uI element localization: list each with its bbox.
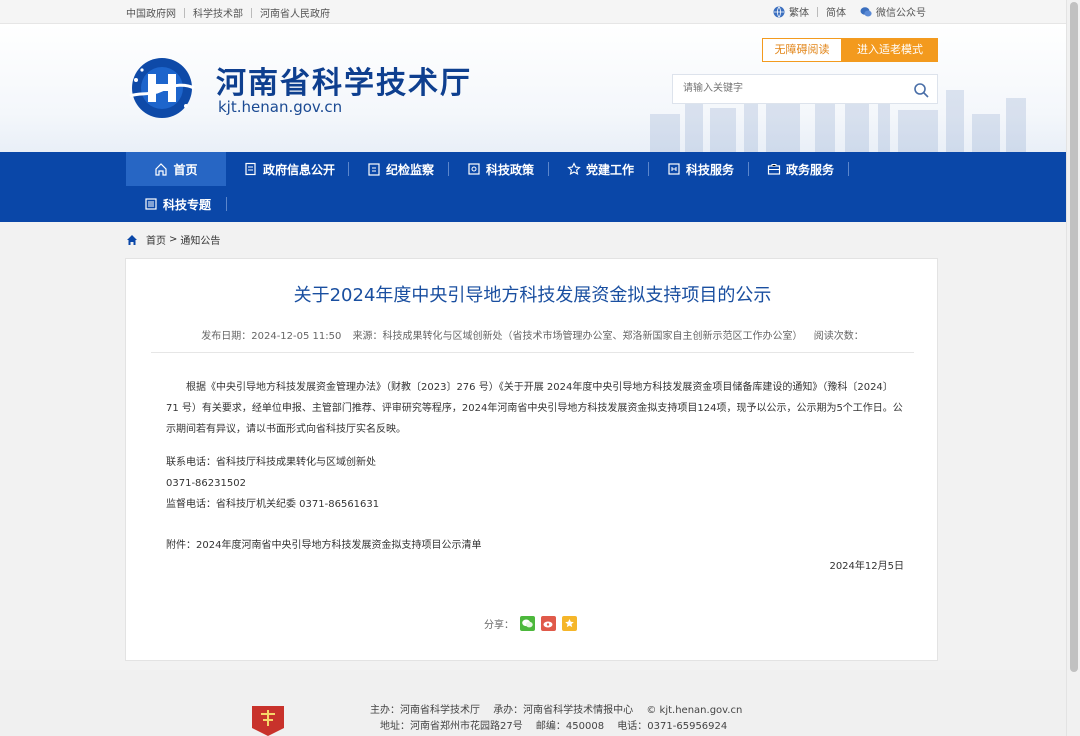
nav-divider <box>848 162 849 176</box>
party-emblem-icon[interactable] <box>250 704 286 736</box>
site-title[interactable]: 河南省科学技术厅 <box>216 58 472 102</box>
supervision-line: 监督电话：省科技厅机关纪委 0371-86561631 <box>166 499 380 510</box>
nav-party[interactable]: 党建工作 <box>567 152 634 186</box>
site-url: kjt.henan.gov.cn <box>218 98 343 116</box>
breadcrumb-home[interactable]: 首页 <box>146 232 166 247</box>
contact-phone: 0371-86231502 <box>166 478 246 489</box>
top-tools: 繁体 简体 微信公众号 <box>773 4 926 19</box>
article-body: 根据《中央引导地方科技发展资金管理办法》（财教〔2023〕276 号）《关于开展… <box>166 377 904 577</box>
nav-divider <box>748 162 749 176</box>
traditional-link[interactable]: 繁体 <box>789 4 809 19</box>
article-title: 关于2024年度中央引导地方科技发展资金拟支持项目的公示 <box>293 285 772 306</box>
globe-icon <box>773 6 785 17</box>
search-input[interactable] <box>681 82 901 95</box>
contact-line: 联系电话：省科技厅科技成果转化与区域创新处 <box>166 457 376 468</box>
article-meta: 发布日期：2024-12-05 11:50 来源：科技成果转化与区域创新处（省技… <box>126 327 939 342</box>
attachment-link[interactable]: 附件：2024年度河南省中央引导地方科技发展资金拟支持项目公示清单 <box>166 535 904 556</box>
nav-divider <box>648 162 649 176</box>
view-count: 阅读次数： <box>813 331 864 342</box>
search-box <box>672 74 938 104</box>
nav-tech-service[interactable]: 科技服务 <box>667 152 734 186</box>
service-icon <box>668 163 680 175</box>
nav-gov-info[interactable]: 政府信息公开 <box>244 152 335 186</box>
link-gov-cn[interactable]: 中国政府网 <box>126 5 176 20</box>
nav-divider <box>548 162 549 176</box>
divider <box>251 7 252 18</box>
site-footer: 主办：河南省科学技术厅 承办：河南省科学技术情报中心 © kjt.henan.g… <box>0 670 1066 736</box>
nav-label: 科技政策 <box>486 162 535 177</box>
nav-divider <box>348 162 349 176</box>
list-icon <box>145 198 157 210</box>
footer-line-1: 主办：河南省科学技术厅 承办：河南省科学技术情报中心 © kjt.henan.g… <box>370 701 752 716</box>
article-container: 关于2024年度中央引导地方科技发展资金拟支持项目的公示 发布日期：2024-1… <box>125 258 938 661</box>
nav-divider <box>226 197 227 211</box>
simplified-link[interactable]: 简体 <box>826 4 846 19</box>
nav-home[interactable]: 首页 <box>126 152 226 186</box>
footer-address: 地址：河南省郑州市花园路27号 <box>380 721 523 732</box>
footer-postcode: 邮编：450008 <box>535 721 605 732</box>
search-icon[interactable] <box>913 82 929 98</box>
clipboard-icon <box>368 163 380 176</box>
home-icon <box>127 234 137 245</box>
nav-discipline[interactable]: 纪检监察 <box>367 152 434 186</box>
accessibility-button[interactable]: 无障碍阅读 <box>762 38 842 62</box>
breadcrumb-separator: > <box>169 234 178 245</box>
nav-label: 科技专题 <box>163 197 212 212</box>
home-icon <box>155 163 168 176</box>
main-nav: 首页 政府信息公开 纪检监察 科技政策 党建工作 科技服务 政务服务 科技专题 <box>0 152 1066 222</box>
top-bar: 中国政府网 科学技术部 河南省人民政府 繁体 简体 微信公众号 <box>0 0 1066 24</box>
share-weibo-icon[interactable] <box>541 616 556 631</box>
nav-topics[interactable]: 科技专题 <box>144 187 211 221</box>
page-scrollbar[interactable] <box>1066 0 1080 736</box>
nav-policy[interactable]: 科技政策 <box>467 152 534 186</box>
nav-divider <box>448 162 449 176</box>
document-icon <box>245 162 256 176</box>
wechat-link[interactable]: 微信公众号 <box>876 4 926 19</box>
share-wechat-icon[interactable] <box>520 616 535 631</box>
elder-mode-button[interactable]: 进入适老模式 <box>842 38 938 62</box>
footer-line-2: 地址：河南省郑州市花园路27号 邮编：450008 电话：0371-659569… <box>380 717 737 732</box>
divider <box>184 7 185 18</box>
breadcrumb-current[interactable]: 通知公告 <box>180 232 220 247</box>
divider <box>151 352 914 353</box>
site-logo <box>129 58 195 118</box>
publish-date: 发布日期：2024-12-05 11:50 <box>201 331 342 342</box>
link-most[interactable]: 科学技术部 <box>193 5 243 20</box>
nav-gov-service[interactable]: 政务服务 <box>767 152 834 186</box>
nav-label: 政府信息公开 <box>263 162 336 177</box>
nav-label: 首页 <box>173 162 198 177</box>
share-bar: 分享： <box>484 616 577 631</box>
link-henan-gov[interactable]: 河南省人民政府 <box>260 5 330 20</box>
footer-phone: 电话：0371-65956924 <box>617 721 728 732</box>
nav-label: 政务服务 <box>786 162 835 177</box>
footer-organizer: 承办：河南省科学技术情报中心 <box>493 705 634 716</box>
breadcrumb: 首页 > 通知公告 <box>126 232 220 247</box>
policy-icon <box>468 163 480 175</box>
briefcase-icon <box>767 164 781 175</box>
wechat-icon <box>860 6 872 16</box>
star-icon <box>567 162 581 175</box>
article-source: 来源：科技成果转化与区域创新处（省技术市场管理办公室、郑洛新国家自主创新示范区工… <box>352 331 803 342</box>
article-date: 2024年12月5日 <box>829 561 904 572</box>
article-paragraph: 根据《中央引导地方科技发展资金管理办法》（财教〔2023〕276 号）《关于开展… <box>166 382 903 435</box>
share-qzone-icon[interactable] <box>562 616 577 631</box>
footer-host: 主办：河南省科学技术厅 <box>370 705 480 716</box>
top-links: 中国政府网 科学技术部 河南省人民政府 <box>126 5 330 20</box>
divider <box>817 6 818 17</box>
site-header: 河南省科学技术厅 kjt.henan.gov.cn 无障碍阅读 进入适老模式 <box>0 24 1066 152</box>
nav-label: 党建工作 <box>586 162 635 177</box>
share-label: 分享： <box>484 620 514 631</box>
nav-label: 纪检监察 <box>386 162 435 177</box>
scrollbar-thumb[interactable] <box>1070 2 1078 672</box>
footer-copyright: © kjt.henan.gov.cn <box>646 705 743 716</box>
nav-label: 科技服务 <box>686 162 735 177</box>
